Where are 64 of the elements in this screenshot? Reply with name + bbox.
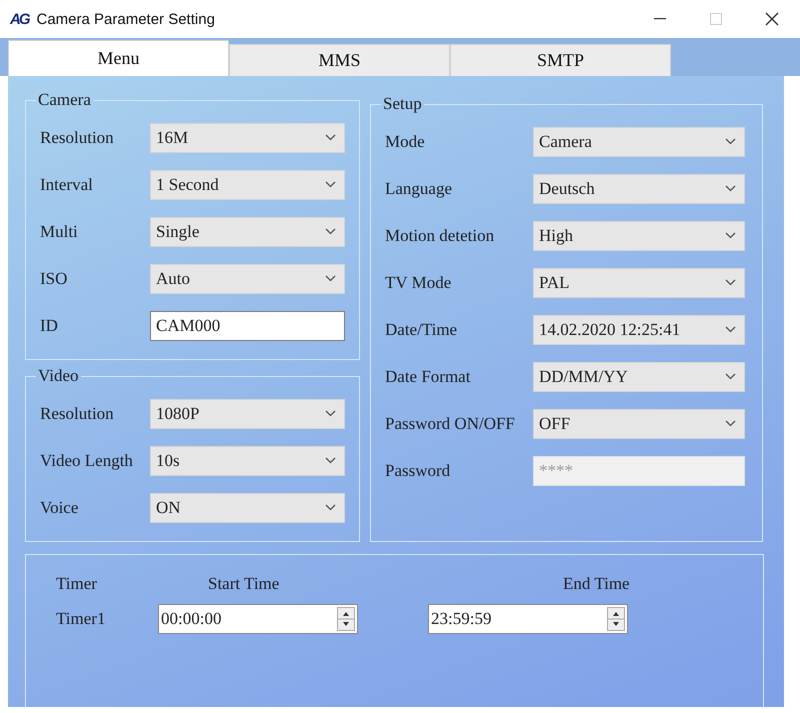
field-label: TV Mode [385,272,452,292]
dropdown-chevron-icon [725,420,736,427]
dropdown-chevron-icon [325,410,336,417]
dropdown[interactable]: 1 Second [150,170,345,200]
dropdown-chevron-icon [725,185,736,192]
time-spinner[interactable]: 23:59:59 [428,604,628,634]
dropdown[interactable]: ON [150,492,345,522]
field-label: Resolution [40,128,115,148]
tab[interactable]: MMS [229,44,450,76]
field-label: Mode [385,132,426,152]
field-label: Password [385,460,452,480]
field-label: ISO [40,268,68,288]
field-label: Date/Time [385,320,458,340]
dropdown[interactable]: DD/MM/YY [533,362,745,392]
dropdown-chevron-icon [325,504,336,511]
minimize-icon [654,18,666,20]
dropdown-chevron-icon [725,373,736,380]
tab[interactable]: SMTP [450,44,671,76]
time-spinner[interactable]: 00:00:00 [158,604,358,634]
window-title: Camera Parameter Setting [36,10,216,28]
dropdown-chevron-icon [325,275,336,282]
tab[interactable]: Menu [8,40,229,76]
dropdown-chevron-icon [725,279,736,286]
field-label: Video Length [40,450,134,470]
dropdown-chevron-icon [725,138,736,145]
dropdown[interactable]: OFF [533,408,745,438]
field-label: Voice [40,498,80,518]
dropdown-chevron-icon [325,457,336,464]
field-label: Language [385,178,454,198]
app-logo: AG [10,10,28,28]
text-field[interactable]: CAM000 [150,310,345,340]
timer-header: Timer [56,574,98,594]
dropdown-chevron-icon [725,232,736,239]
group-title: Camera [37,90,92,110]
close-icon [765,12,779,26]
field-label: ID [40,316,59,336]
timer-name: Timer1 [56,609,106,629]
field-label: Password ON/OFF [385,414,516,434]
dropdown[interactable]: 14.02.2020 12:25:41 [533,314,745,344]
dropdown[interactable]: Single [150,216,345,246]
dropdown[interactable]: Deutsch [533,174,745,204]
spin-arrows-icon[interactable] [607,607,625,631]
spin-arrows-icon[interactable] [337,607,355,631]
maximize-icon [710,13,722,25]
dropdown[interactable]: PAL [533,268,745,298]
dropdown-chevron-icon [325,134,336,141]
field-label: Date Format [385,366,472,386]
field-label: Multi [40,222,79,242]
group-title: Video [37,366,80,386]
field-label: Resolution [40,404,115,424]
column-heading: End Time [562,574,628,594]
dropdown[interactable]: Camera [533,126,745,156]
dropdown[interactable]: 16M [150,122,345,152]
group-title: Setup [382,94,423,114]
dropdown[interactable]: 10s [150,446,345,476]
column-heading: Start Time [207,574,280,594]
field-label: Motion detetion [385,226,496,246]
dropdown-chevron-icon [325,181,336,188]
dropdown-chevron-icon [325,228,336,235]
dropdown[interactable]: High [533,220,745,250]
dropdown[interactable]: 1080P [150,398,345,428]
field-label: Interval [40,174,94,194]
dropdown[interactable]: Auto [150,264,345,294]
dropdown-chevron-icon [725,326,736,333]
